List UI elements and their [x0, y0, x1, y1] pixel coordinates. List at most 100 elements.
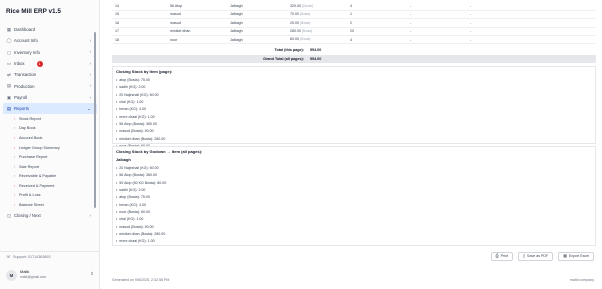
sidebar-subitem-receivable-payable[interactable]: ▫ Receivable & Payable — [0, 172, 100, 182]
row-col-b: - — [467, 35, 596, 45]
sidebar-subitem-day-book[interactable]: ▫ Day Book — [0, 124, 100, 134]
sidebar-item-closing-next[interactable]: ◫ Closing / Next › — [0, 210, 100, 221]
chevron-right-icon: › — [89, 212, 91, 218]
sidebar-item-reports[interactable]: ▤ Reports ⌄ — [3, 103, 97, 115]
ledger-icon: ▫ — [13, 145, 16, 150]
chevron-right-icon: › — [89, 83, 91, 89]
chevron-right-icon: › — [89, 94, 91, 100]
sidebar-nav: ▦ Dashboard ◯ Account Info › ▢ Inventory… — [0, 24, 100, 221]
sidebar-item-label: Dashboard — [14, 27, 36, 33]
table-row: 18 noor Jalbagh 60.00 (Rosta) 4 - - — [112, 35, 596, 45]
book-icon: ▫ — [13, 126, 16, 131]
list-item: masud (Bosta): 90.00 — [116, 129, 165, 136]
sidebar-subitem-ledger-group-summary[interactable]: ▫ Ledger Group Summary — [0, 143, 100, 153]
sidebar-item-inventory-info[interactable]: ▢ Inventory Info › — [0, 47, 100, 58]
spreadsheet-icon: ▦ — [563, 254, 567, 259]
sidebar-item-label: Inventory Info — [14, 49, 41, 55]
sidebar-subitem-balance-sheet[interactable]: ▫ Balance Sheet — [0, 200, 100, 210]
list-item: sadhi (KG): 2.00 — [116, 85, 165, 92]
support-text: Support: 01714363693 — [13, 255, 51, 260]
box-icon: ▢ — [6, 49, 12, 55]
list-item: masud (Bosta): 90.00 — [116, 225, 166, 232]
sidebar-subitem-profit-loss[interactable]: ▫ Profit & Loss — [0, 191, 100, 201]
grid-icon: ▦ — [6, 27, 12, 32]
lock-icon: ◫ — [6, 212, 12, 218]
row-qty: 4 — [347, 2, 407, 11]
list-item: chal (KG): 1.00 — [116, 217, 166, 224]
sidebar-subitem-label: Ledger Group Summary — [19, 145, 60, 150]
list-item: miniket dhan (Bosta): 280.00 — [116, 232, 166, 239]
list-item: more chaal (KG): 1.00 — [116, 115, 165, 122]
print-button-label: Print — [500, 254, 508, 259]
rate-unit: (Bosta) — [302, 28, 313, 33]
row-col-a: - — [407, 10, 467, 20]
main-content: 14 56 Atop Jalbagh 320.00 (Dozen) 4 - - … — [112, 0, 600, 289]
card-title: Closing Stock by Godown → Item (all page… — [116, 149, 203, 154]
sidebar-subitem-label: Sale Report — [19, 164, 40, 169]
rate-unit: (Dozen) — [302, 3, 314, 8]
row-number: 14 — [112, 2, 167, 11]
list-item: noor (Bosta): 60.00 — [116, 210, 166, 217]
export-excel-button[interactable]: ▦ Export Excel — [558, 252, 594, 261]
grand-total-value: 554.00 — [310, 56, 322, 61]
row-rate: 280.00 (Bosta) — [287, 27, 347, 37]
table-row: 14 56 Atop Jalbagh 320.00 (Dozen) 4 - - — [112, 2, 596, 11]
doc-icon: ▫ — [13, 116, 16, 121]
sidebar-item-label: Reports — [14, 106, 30, 112]
grand-total-label: Grand Total (all pages): — [263, 56, 304, 61]
sidebar-subitem-label: Profit & Loss — [19, 193, 41, 198]
closing-stock-by-item-card: Closing Stock by Item (page): atop (Bost… — [112, 66, 596, 148]
chart-icon: ▫ — [13, 193, 16, 198]
sidebar-subitem-purchase-report[interactable]: ▫ Purchase Report — [0, 153, 100, 163]
row-number: 15 — [112, 10, 167, 20]
row-col-a: - — [407, 35, 467, 45]
app-window: Rice Mill ERP v1.5 ▦ Dashboard ◯ Account… — [0, 0, 602, 289]
rate-value: 320.00 — [290, 3, 301, 8]
sidebar-subitem-stock-report[interactable]: ▫ Stock Report — [0, 114, 100, 124]
row-qty: 20 — [347, 27, 407, 37]
sidebar-divider — [0, 251, 100, 252]
sidebar-item-transaction[interactable]: ⇄ Transaction › — [0, 69, 100, 80]
row-item: 56 Atop — [167, 2, 227, 11]
row-rate: 70.00 (Bosta) — [287, 10, 347, 20]
row-rate: 60.00 (Rosta) — [287, 35, 347, 45]
chevron-down-icon: ⌄ — [87, 105, 91, 111]
grand-total-row: Grand Total (all pages): 554.00 — [112, 55, 596, 64]
sidebar-subitem-account-book[interactable]: ▫ Account Book — [0, 133, 100, 143]
rate-unit: (Bosta) — [300, 12, 311, 17]
sidebar-subitem-label: Received & Payment — [19, 183, 55, 188]
chevron-right-icon: › — [89, 60, 91, 66]
sidebar-item-label: Payroll — [14, 94, 28, 100]
user-menu[interactable]: M Malik malik@gmail.com ⇕ — [6, 269, 94, 283]
card-title: Closing Stock by Item (page): — [116, 69, 173, 74]
save-pdf-button-label: Save as PDF — [527, 254, 549, 259]
generated-timestamp: Generated on 9/8/2025, 2:32:58 PM — [112, 278, 170, 282]
sidebar-subitem-sale-report[interactable]: ▫ Sale Report — [0, 162, 100, 172]
chevron-updown-icon: ⇕ — [90, 271, 94, 276]
sidebar-item-payroll[interactable]: ▣ Payroll › — [0, 92, 100, 103]
list-item: atop (Bosta): 75.00 — [116, 78, 165, 85]
sidebar-item-dashboard[interactable]: ▦ Dashboard — [0, 24, 100, 35]
stock-table: 14 56 Atop Jalbagh 320.00 (Dozen) 4 - - … — [112, 2, 596, 45]
inbox-count-badge: 1 — [36, 60, 43, 67]
save-pdf-button[interactable]: ▯ Save as PDF — [517, 252, 554, 261]
support-line: ☏ Support: 01714363693 — [6, 254, 51, 260]
row-rate: 20.00 (Bosta) — [287, 18, 347, 28]
rate-unit: (Rosta) — [300, 37, 311, 42]
print-button[interactable]: ⎙ Print — [490, 252, 513, 261]
row-col-a: - — [407, 27, 467, 37]
list-item: 56 Atop (Bosta): 360.00 — [116, 173, 166, 180]
sidebar-subitem-received-payment[interactable]: ▫ Received & Payment — [0, 181, 100, 191]
sidebar-item-production[interactable]: ▤ Production › — [0, 80, 100, 91]
row-location: Jalbagh — [227, 27, 287, 37]
rate-value: 60.00 — [290, 37, 299, 42]
list-item: miniket dhan (Bosta): 280.00 — [116, 137, 165, 144]
sidebar-item-inbox[interactable]: ▭ Inbox 1 › — [0, 58, 100, 69]
rate-value: 20.00 — [290, 20, 299, 25]
list-item: Imran (KG): 4.00 — [116, 107, 165, 114]
list-item: atop (Bosta): 75.00 — [116, 195, 166, 202]
row-qty: 4 — [347, 35, 407, 45]
row-col-b: - — [467, 2, 596, 11]
row-location: Jalbagh — [227, 10, 287, 20]
sidebar-item-account-info[interactable]: ◯ Account Info › — [0, 35, 100, 46]
